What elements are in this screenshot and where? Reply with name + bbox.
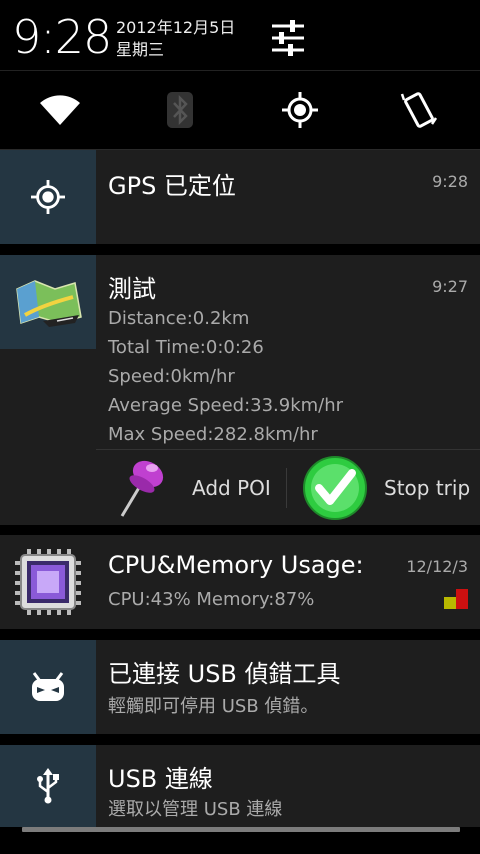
- notification-title: CPU&Memory Usage:: [108, 551, 364, 579]
- trip-total-time: Total Time:0:0:26: [108, 337, 264, 358]
- notification-title: USB 連線: [108, 765, 213, 793]
- notification-usb-debugging[interactable]: 已連接 USB 偵錯工具 輕觸即可停用 USB 偵錯。: [0, 640, 480, 734]
- notification-cpu[interactable]: CPU&Memory Usage: 12/12/3 CPU:43% Memory…: [0, 535, 480, 629]
- notification-gps[interactable]: GPS 已定位 9:28: [0, 150, 480, 244]
- notification-subtitle: 輕觸即可停用 USB 偵錯。: [108, 696, 319, 717]
- rotate-icon: [400, 92, 438, 128]
- cyanogen-robot-icon: [0, 640, 96, 734]
- bluetooth-toggle[interactable]: [120, 71, 240, 149]
- gps-icon: [282, 92, 318, 128]
- gps-toggle[interactable]: [240, 71, 360, 149]
- notification-subtitle: 選取以管理 USB 連線: [108, 799, 283, 820]
- date: 2012年12月5日: [116, 18, 236, 37]
- pushpin-icon: [120, 460, 164, 517]
- add-poi-button[interactable]: Add POI: [112, 450, 271, 526]
- weekday: 星期三: [116, 40, 165, 59]
- bluetooth-icon: [167, 92, 193, 128]
- wifi-icon: [40, 95, 80, 125]
- trip-average-speed: Average Speed:33.9km/hr: [108, 395, 344, 416]
- notification-title: 已連接 USB 偵錯工具: [108, 660, 341, 688]
- trip-action-bar: Add POI Stop trip: [96, 449, 480, 526]
- notification-usb-connection[interactable]: USB 連線 選取以管理 USB 連線: [0, 745, 480, 827]
- cpu-chip-icon: [0, 535, 96, 629]
- rotate-toggle[interactable]: [360, 71, 480, 149]
- map-icon: [0, 255, 96, 349]
- usage-bar-icon: [444, 589, 468, 609]
- stop-trip-label: Stop trip: [384, 476, 471, 500]
- add-poi-label: Add POI: [192, 476, 271, 500]
- action-divider: [286, 468, 287, 508]
- quick-toggles: [0, 70, 480, 150]
- clock: 9:28: [12, 10, 112, 64]
- notification-time: 9:27: [432, 277, 468, 296]
- drag-handle[interactable]: [22, 827, 460, 832]
- sliders-icon[interactable]: [266, 18, 310, 58]
- notification-time: 9:28: [432, 172, 468, 191]
- wifi-toggle[interactable]: [0, 71, 120, 149]
- stop-trip-button[interactable]: Stop trip: [302, 450, 470, 526]
- status-header: 9:28 2012年12月5日 星期三: [0, 0, 480, 70]
- notification-subtitle: CPU:43% Memory:87%: [108, 589, 315, 610]
- trip-max-speed: Max Speed:282.8km/hr: [108, 424, 318, 445]
- notification-time: 12/12/3: [406, 557, 468, 576]
- usb-icon: [0, 745, 96, 827]
- trip-distance: Distance:0.2km: [108, 308, 250, 329]
- gps-notification-icon: [0, 150, 96, 244]
- notification-title: 測試: [108, 275, 156, 303]
- trip-speed: Speed:0km/hr: [108, 366, 235, 387]
- notification-title: GPS 已定位: [108, 172, 236, 200]
- checkmark-icon: [303, 456, 367, 520]
